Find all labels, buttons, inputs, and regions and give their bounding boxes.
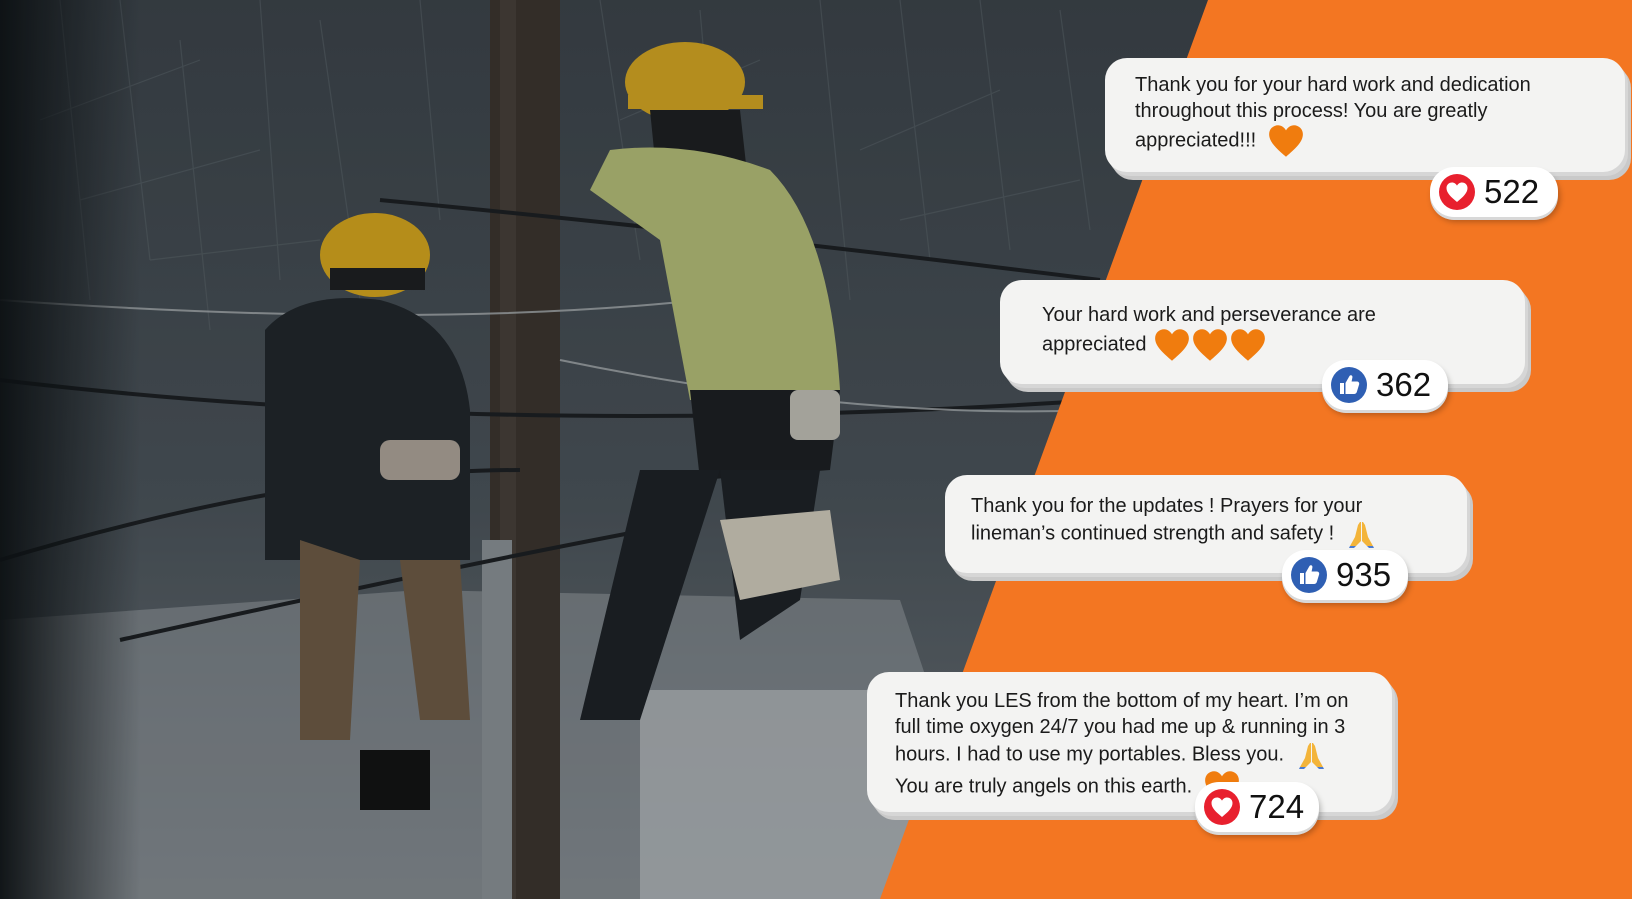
like-reaction-icon <box>1331 367 1367 403</box>
comment-text-2: Your hard work and perseverance are appr… <box>1042 302 1512 362</box>
praying-hands-icon <box>1298 743 1324 769</box>
reaction-count: 522 <box>1484 173 1540 210</box>
comment-line-with-emoji: lineman’s continued strength and safety … <box>971 519 1461 549</box>
comment-text-1: Thank you for your hard work and dedicat… <box>1135 72 1615 158</box>
comment-card-1: Thank you for your hard work and dedicat… <box>1105 58 1625 172</box>
like-reaction-icon <box>1291 557 1327 593</box>
comment-line: You are truly angels on this earth. <box>895 775 1193 798</box>
comment-line: Thank you for the updates ! Prayers for … <box>971 495 1363 517</box>
orange-heart-icon <box>1155 329 1189 361</box>
comment-line: appreciated <box>1042 333 1147 356</box>
reaction-count: 362 <box>1376 366 1432 403</box>
comment-line: Thank you LES from the bottom of my hear… <box>895 690 1349 712</box>
comment-line: throughout this process! You are greatly <box>1135 100 1488 122</box>
comment-text-3: Thank you for the updates ! Prayers for … <box>971 493 1461 549</box>
reaction-badge-4[interactable]: 724 <box>1195 782 1319 832</box>
scene: Thank you for your hard work and dedicat… <box>0 0 1632 899</box>
comment-text-4: Thank you LES from the bottom of my hear… <box>895 688 1387 804</box>
comment-line: hours. I had to use my portables. Bless … <box>895 743 1285 766</box>
comment-line: Your hard work and perseverance are <box>1042 304 1376 326</box>
reaction-badge-1[interactable]: 522 <box>1430 167 1558 217</box>
reaction-count: 724 <box>1249 788 1305 825</box>
comment-line-with-emoji: hours. I had to use my portables. Bless … <box>895 740 1387 770</box>
orange-heart-icon <box>1231 329 1265 361</box>
heart-reaction-icon <box>1439 174 1475 210</box>
comment-line: appreciated!!! <box>1135 129 1257 152</box>
comment-line: Thank you for your hard work and dedicat… <box>1135 74 1531 96</box>
orange-heart-icon <box>1193 329 1227 361</box>
orange-heart-icon <box>1268 125 1303 157</box>
comment-card-2: Your hard work and perseverance are appr… <box>1000 280 1525 384</box>
comment-line-with-emoji: appreciated <box>1042 328 1512 362</box>
praying-hands-icon <box>1348 522 1374 548</box>
comment-line-with-emoji: appreciated!!! <box>1135 124 1615 158</box>
comment-line: full time oxygen 24/7 you had me up & ru… <box>895 716 1346 738</box>
reaction-badge-3[interactable]: 935 <box>1282 550 1408 600</box>
reaction-badge-2[interactable]: 362 <box>1322 360 1448 410</box>
reaction-count: 935 <box>1336 556 1392 593</box>
heart-reaction-icon <box>1204 789 1240 825</box>
comment-line: lineman’s continued strength and safety … <box>971 522 1335 545</box>
